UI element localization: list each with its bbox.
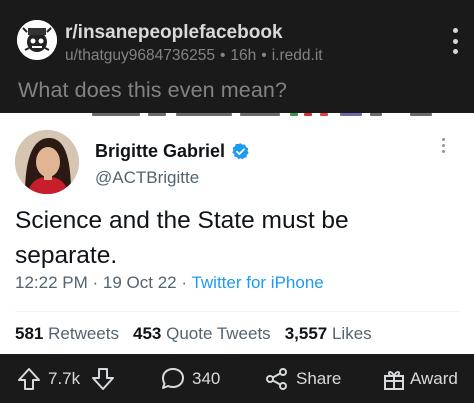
share-icon[interactable]: [264, 366, 290, 392]
meta-separator: •: [261, 47, 267, 64]
tweet-handle: @ACTBrigitte: [95, 168, 200, 187]
retweet-label: Retweets: [48, 324, 119, 343]
comment-icon[interactable]: [160, 366, 186, 392]
tweet-text: Science and the State must be separate.: [15, 207, 349, 269]
like-count: 3,557: [284, 324, 328, 343]
comment-count[interactable]: 340: [192, 366, 220, 392]
tweet-date: 19 Oct 22: [102, 273, 177, 292]
quote-count: 453: [132, 324, 162, 343]
cropped-text-strip: [0, 113, 474, 119]
tweet-avatar: [15, 130, 79, 194]
vote-score: 7.7k: [48, 369, 81, 388]
post-header: r/insanepeoplefacebook u/thatguy96847362…: [0, 0, 474, 113]
downvote-icon[interactable]: [90, 366, 116, 392]
tweet-dot: ·: [92, 273, 99, 292]
retweet-count: 581: [15, 324, 44, 343]
subreddit-logo-icon: [17, 20, 57, 60]
post-title[interactable]: What does this even mean?: [18, 78, 287, 103]
profile-photo-icon: [15, 130, 79, 194]
tweet-divider: [15, 311, 459, 312]
like-label: Likes: [331, 324, 372, 343]
award-button[interactable]: Award: [410, 366, 458, 392]
post-meta: u/thatguy9684736255 • 16h • i.redd.it: [65, 47, 328, 65]
post-age: 16h: [230, 47, 257, 64]
quote-label: Quote Tweets: [166, 324, 271, 343]
more-options-icon[interactable]: [448, 28, 462, 54]
verified-badge-icon: [232, 143, 249, 160]
award-icon[interactable]: [382, 366, 406, 392]
tweet-source: Twitter for iPhone: [191, 273, 324, 292]
post-image[interactable]: Brigitte Gabriel @ACTBrigitte Science an…: [0, 113, 474, 354]
action-bar: 7.7k 340 Share Award: [0, 354, 474, 403]
subreddit-name[interactable]: r/insanepeoplefacebook: [65, 22, 283, 44]
tweet-timestamp: 12:22 PM · 19 Oct 22 · Twitter for iPhon…: [15, 273, 324, 293]
meta-separator: •: [219, 47, 226, 64]
tweet-dot: ·: [181, 273, 188, 292]
tweet-time: 12:22 PM: [15, 273, 88, 292]
tweet-more-icon: [442, 135, 445, 156]
subreddit-avatar[interactable]: [17, 20, 57, 60]
upvote-icon[interactable]: [16, 366, 42, 392]
tweet-stats: 581 Retweets 453 Quote Tweets 3,557 Likes: [15, 324, 372, 344]
post-author[interactable]: u/thatguy9684736255: [65, 47, 215, 64]
share-button[interactable]: Share: [296, 366, 341, 392]
post-domain[interactable]: i.redd.it: [272, 47, 323, 64]
tweet-display-name: Brigitte Gabriel: [95, 141, 226, 161]
